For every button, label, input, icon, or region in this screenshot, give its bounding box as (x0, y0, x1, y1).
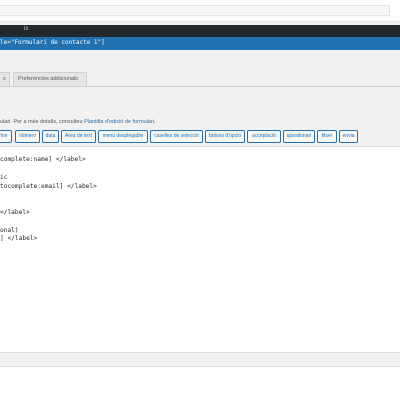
tab-partial[interactable]: s (0, 72, 10, 87)
admin-bar: ix (0, 25, 400, 37)
tabs-divider (0, 86, 400, 87)
tag-button-submit[interactable]: envia (339, 130, 358, 143)
browser-top-bar (0, 0, 400, 22)
admin-bar-label: ix (24, 26, 29, 32)
tag-button-date[interactable]: data (42, 130, 59, 143)
tag-button-text[interactable]: fon (0, 130, 12, 143)
code-line: </label> (0, 209, 30, 216)
code-line: complete:name] </label> (0, 156, 86, 163)
shortcode-text[interactable]: le="Formulari de contacte 1"] (0, 39, 105, 46)
help-link[interactable]: Plantilla d'edició de formulari (84, 119, 154, 125)
tag-button-number[interactable]: número (15, 130, 40, 143)
code-line: tocomplete:email] </label> (0, 183, 97, 190)
form-editor-textarea[interactable]: complete:name] </label> ic tocomplete:em… (0, 146, 400, 353)
code-line: onal) (0, 227, 19, 234)
tag-button-acceptance[interactable]: acceptació (247, 130, 281, 143)
help-prefix: ulari. Per a més detalls, consulteu (0, 119, 85, 125)
footer-panel (0, 366, 400, 400)
tag-button-checkboxes[interactable]: caselles de selecció (150, 130, 203, 143)
tag-button-radio[interactable]: botons d'opció (205, 130, 245, 143)
code-line: ic (0, 174, 8, 181)
shortcode-notice: le="Formulari de contacte 1"] (0, 37, 400, 50)
tab-additional-settings[interactable]: Preferències addicionals (13, 72, 87, 87)
code-line: ] </label> (0, 235, 38, 242)
help-text: ulari. Per a més detalls, consulteu Plan… (0, 119, 155, 125)
tag-button-dropdown[interactable]: menú desplegable (98, 130, 148, 143)
address-field[interactable] (0, 5, 390, 16)
tag-button-quiz[interactable]: qüestionari (283, 130, 315, 143)
help-suffix: . (153, 119, 156, 125)
tag-button-textarea[interactable]: Àrea de text (61, 130, 96, 143)
tag-button-file[interactable]: fitxer (317, 130, 337, 143)
